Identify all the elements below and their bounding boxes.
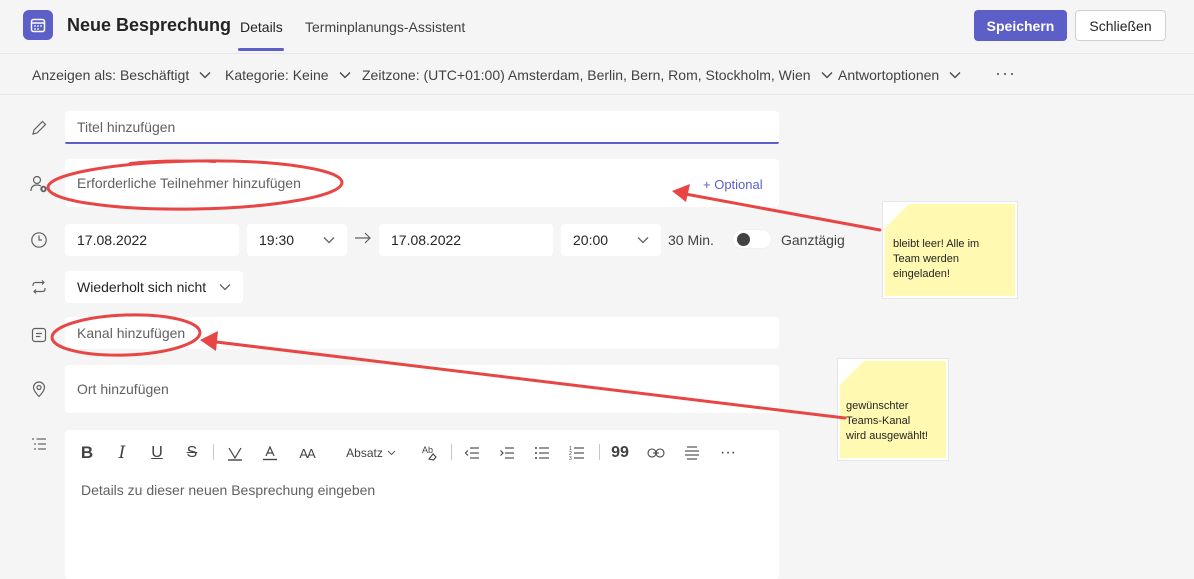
note-line: Team werden (893, 253, 960, 265)
toolbar-separator (451, 444, 452, 460)
duration-label: 30 Min. (668, 232, 714, 248)
title-input[interactable]: Titel hinzufügen (65, 111, 779, 144)
chevron-down-icon (637, 237, 649, 244)
note-line: bleibt leer! Alle im (893, 238, 980, 250)
svg-text:3: 3 (569, 456, 572, 461)
clear-formatting-icon[interactable]: Ab (419, 442, 441, 464)
options-bar: Anzeigen als: Beschäftigt Kategorie: Kei… (0, 55, 1194, 95)
chevron-down-icon (949, 72, 961, 79)
bulleted-list-icon[interactable] (532, 442, 552, 464)
location-icon (29, 379, 49, 399)
details-editor[interactable]: B I U S AA Absatz Ab 123 99 ··· Details … (65, 430, 779, 579)
arrow-right-icon (354, 229, 372, 250)
increase-indent-icon[interactable] (497, 442, 517, 464)
calendar-app-icon (23, 10, 53, 40)
toolbar-separator (213, 444, 214, 460)
toggle-knob (737, 233, 750, 246)
more-options-icon[interactable]: ··· (995, 63, 1016, 84)
show-as-dropdown[interactable]: Anzeigen als: Beschäftigt (32, 67, 211, 83)
all-day-label: Ganztägig (781, 232, 845, 248)
show-as-label: Anzeigen als: Beschäftigt (32, 67, 190, 83)
bold-icon[interactable]: B (78, 442, 96, 464)
chevron-down-icon (821, 72, 833, 79)
tab-details[interactable]: Details (240, 19, 283, 35)
tab-scheduling-assistant[interactable]: Terminplanungs-Assistent (305, 19, 465, 35)
recurrence-dropdown[interactable]: Wiederholt sich nicht (65, 271, 243, 303)
response-options-dropdown[interactable]: Antwortoptionen (838, 67, 961, 83)
start-time-dropdown[interactable]: 19:30 (247, 224, 347, 256)
location-input[interactable]: Ort hinzufügen (65, 365, 779, 413)
response-options-label: Antwortoptionen (838, 67, 940, 83)
timezone-dropdown[interactable]: Zeitzone: (UTC+01:00) Amsterdam, Berlin,… (362, 67, 833, 83)
link-icon[interactable] (645, 442, 667, 464)
recurrence-value: Wiederholt sich nicht (77, 279, 207, 295)
category-label: Kategorie: Keine (225, 67, 329, 83)
category-dropdown[interactable]: Kategorie: Keine (225, 67, 351, 83)
chevron-down-icon (199, 72, 211, 79)
font-size-icon[interactable]: AA (296, 442, 318, 464)
end-time-value: 20:00 (573, 232, 609, 248)
required-attendees-input[interactable]: Erforderliche Teilnehmer hinzufügen (65, 159, 779, 207)
note-line: gewünschter (846, 400, 909, 412)
save-button[interactable]: Speichern (974, 10, 1067, 41)
text-list-icon (29, 434, 49, 454)
note-fold (840, 361, 864, 385)
toolbar-separator (599, 444, 600, 460)
location-placeholder: Ort hinzufügen (77, 381, 169, 397)
pencil-icon (29, 118, 49, 138)
clock-icon (29, 230, 49, 250)
end-date-picker[interactable]: 17.08.2022 (379, 224, 553, 256)
paragraph-style-label: Absatz (346, 446, 383, 460)
page-title: Neue Besprechung (67, 15, 232, 35)
chevron-down-icon (387, 450, 396, 456)
note-fold (885, 204, 909, 228)
header: Neue Besprechung Details Terminplanungs-… (0, 0, 1194, 54)
horizontal-rule-icon[interactable] (682, 442, 702, 464)
more-formatting-icon[interactable]: ··· (717, 442, 739, 464)
channel-placeholder: Kanal hinzufügen (77, 325, 186, 341)
note-line: wird ausgewählt! (846, 430, 928, 442)
sticky-note-attendees: bleibt leer! Alle im Team werden eingela… (883, 202, 1017, 298)
timezone-label: Zeitzone: (UTC+01:00) Amsterdam, Berlin,… (362, 67, 811, 83)
italic-icon[interactable]: I (113, 442, 131, 464)
channel-icon (29, 325, 49, 345)
close-button[interactable]: Schließen (1075, 10, 1166, 41)
add-people-icon (29, 174, 49, 194)
end-time-dropdown[interactable]: 20:00 (561, 224, 661, 256)
chevron-down-icon (323, 237, 335, 244)
start-date-picker[interactable]: 17.08.2022 (65, 224, 239, 256)
repeat-icon (29, 277, 49, 297)
optional-attendees-link[interactable]: + Optional (703, 177, 763, 192)
quote-icon[interactable]: 99 (610, 442, 630, 464)
all-day-toggle[interactable] (732, 229, 772, 249)
svg-text:Ab: Ab (422, 445, 433, 455)
note-line: eingeladen! (893, 268, 950, 280)
chevron-down-icon (339, 72, 350, 79)
font-color-icon[interactable] (260, 442, 280, 464)
numbered-list-icon[interactable]: 123 (567, 442, 587, 464)
decrease-indent-icon[interactable] (462, 442, 482, 464)
start-time-value: 19:30 (259, 232, 295, 248)
required-attendees-placeholder: Erforderliche Teilnehmer hinzufügen (77, 175, 301, 191)
strikethrough-icon[interactable]: S (183, 442, 201, 464)
highlight-icon[interactable] (225, 442, 245, 464)
underline-icon[interactable]: U (148, 442, 166, 464)
chevron-down-icon (219, 284, 231, 291)
channel-input[interactable]: Kanal hinzufügen (65, 317, 779, 349)
active-tab-indicator (238, 48, 284, 51)
details-placeholder: Details zu dieser neuen Besprechung eing… (81, 482, 376, 498)
sticky-note-channel: gewünschter Teams-Kanal wird ausgewählt! (838, 359, 948, 460)
note-line: Teams-Kanal (846, 415, 911, 427)
paragraph-style-dropdown[interactable]: Absatz (343, 442, 399, 464)
